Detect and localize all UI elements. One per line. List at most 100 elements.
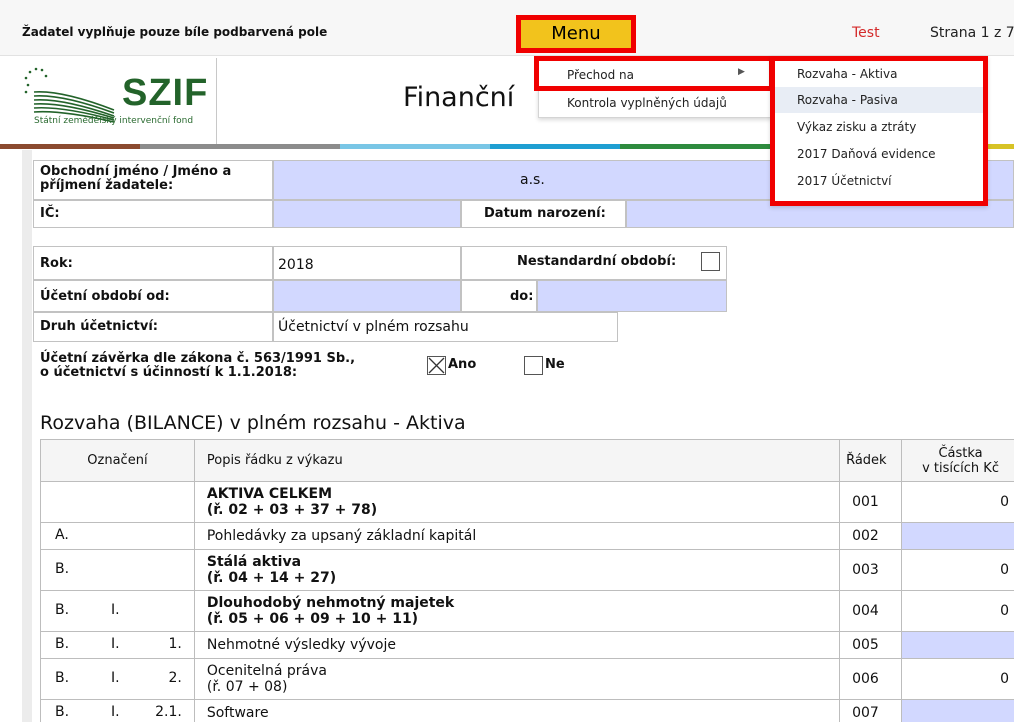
ic-label-cell [33,200,273,228]
table-row: B. Stálá aktiva (ř. 04 + 14 + 27) 003 0 [40,549,1014,591]
designation-cell: B. [40,549,195,591]
row-number-cell: 002 [839,522,903,550]
header-amount-line1: Částka [938,445,983,461]
description-text: AKTIVA CELKEM [206,485,332,502]
stripe-segment [340,144,490,149]
applicant-name-label: Obchodní jméno / Jméno a příjmení žadate… [40,164,232,193]
description-formula: (ř. 04 + 14 + 27) [206,569,337,586]
submenu-item-ucetnictvi[interactable]: 2017 Účetnictví [775,168,983,194]
no-label: Ne [545,357,565,372]
designation-m1: B. [55,602,70,618]
description-text: Ocenitelná práva [206,662,327,679]
designation-m2: I. [111,602,120,618]
submenu-item-rozvaha-pasiva[interactable]: Rozvaha - Pasiva [775,87,983,113]
stripe-segment [140,144,340,149]
page-indicator: Strana 1 z 7 [930,25,1014,41]
table-row: B. I. 2. Ocenitelná práva (ř. 07 + 08) 006 0 [40,658,1014,700]
designation-cell [40,481,195,523]
ic-field[interactable] [273,200,461,228]
designation-m2: I. [111,670,120,686]
header-description: Popis řádku z výkazu [193,439,841,482]
row-number-cell: 003 [839,549,903,591]
description-cell: Pohledávky za upsaný základní kapitál [193,522,841,550]
section-title: Rozvaha (BILANCE) v plném rozsahu - Akti… [40,412,466,434]
year-label: Rok: [40,256,73,271]
table-row: B. I. 1. Nehmotné výsledky vývoje 005 [40,631,1014,659]
stripe-segment [620,144,790,149]
stripe-segment [0,144,140,149]
description-formula: (ř. 02 + 03 + 37 + 78) [206,501,378,518]
submenu-item-vykaz-zisku[interactable]: Výkaz zisku a ztráty [775,114,983,140]
description-cell: Stálá aktiva (ř. 04 + 14 + 27) [193,549,841,591]
table-row: A. Pohledávky za upsaný základní kapitál 0… [40,522,1014,550]
amount-cell: 0 [901,658,1014,700]
designation-cell: B. I. 1. [40,631,195,659]
applicant-name-value: a.s. [520,172,545,188]
period-to-label: do: [510,289,534,304]
row-number-cell: 001 [839,481,903,523]
nonstandard-period-label: Nestandardní období: [517,254,677,269]
accounting-type-label: Druh účetnictví: [40,319,158,334]
designation-m3: 2.1. [155,704,182,720]
header-divider [216,58,217,144]
year-value: 2018 [278,257,314,273]
designation-cell: B. I. 2.1. [40,699,195,722]
top-bar: Žadatel vyplňuje pouze bíle podbarvená p… [0,0,1014,56]
checkmark-x-icon [428,357,445,374]
designation-m2: I. [111,636,120,652]
table-header-row: Označení Popis řádku z výkazu Řádek Část… [40,439,1014,482]
header-designation: Označení [40,439,195,482]
designation-cell: B. I. 2. [40,658,195,700]
yes-label: Ano [448,357,477,372]
yes-checkbox[interactable] [427,356,446,375]
amount-input[interactable] [901,522,1014,550]
page-title: Finanční [403,82,515,113]
nonstandard-period-checkbox[interactable] [701,252,720,271]
ic-label: IČ: [40,206,60,221]
row-number-cell: 005 [839,631,903,659]
description-cell: Software [193,699,841,722]
designation-m1: B. [55,704,70,720]
menu-button[interactable]: Menu [516,15,636,53]
description-text: Pohledávky za upsaný základní kapitál [206,528,477,544]
row-number-cell: 006 [839,658,903,700]
submenu-arrow-icon: ▶ [738,67,745,77]
test-label[interactable]: Test [852,25,880,41]
designation-cell: B. I. [40,590,195,632]
description-text: Stálá aktiva [206,553,302,570]
designation-cell: A. [40,522,195,550]
period-to-field[interactable] [537,280,727,312]
description-text: Dlouhodobý nehmotný majetek [206,594,455,611]
no-checkbox[interactable] [524,356,543,375]
designation-m3: 1. [168,636,182,652]
designation-m1: B. [55,636,70,652]
description-formula: (ř. 05 + 06 + 09 + 10 + 11) [206,610,419,627]
table-row: B. I. Dlouhodobý nehmotný majetek (ř. 05 + … [40,590,1014,632]
description-cell: Nehmotné výsledky vývoje [193,631,841,659]
logo-text: SZIF [122,72,209,114]
description-cell: Dlouhodobý nehmotný majetek (ř. 05 + 06 +… [193,590,841,632]
stripe-segment [490,144,620,149]
period-from-field[interactable] [273,280,461,312]
designation-m2: I. [111,704,120,720]
amount-cell: 0 [901,549,1014,591]
designation-m1: B. [55,561,70,577]
amount-input[interactable] [901,631,1014,659]
birthdate-label: Datum narození: [484,206,606,221]
submenu-prechod-na: Rozvaha - Aktiva Rozvaha - Pasiva Výkaz … [770,56,988,206]
table-row: B. I. 2.1. Software 007 [40,699,1014,722]
left-gutter [22,150,32,722]
description-cell: Ocenitelná práva (ř. 07 + 08) [193,658,841,700]
amount-input[interactable] [901,699,1014,722]
menu-item-kontrola[interactable]: Kontrola vyplněných údajů [539,89,772,117]
header-row-number: Řádek [839,439,903,482]
closing-statement-label-1: Účetní závěrka dle zákona č. 563/1991 Sb… [40,351,356,366]
period-from-label: Účetní období od: [40,289,170,304]
designation-m1: B. [55,670,70,686]
amount-cell: 0 [901,481,1014,523]
amount-cell: 0 [901,590,1014,632]
fill-notice: Žadatel vyplňuje pouze bíle podbarvená p… [22,25,328,39]
accounting-type-value: Účetnictví v plném rozsahu [278,319,469,335]
submenu-item-rozvaha-aktiva[interactable]: Rozvaha - Aktiva [775,61,983,87]
submenu-item-danova-evidence[interactable]: 2017 Daňová evidence [775,141,983,167]
